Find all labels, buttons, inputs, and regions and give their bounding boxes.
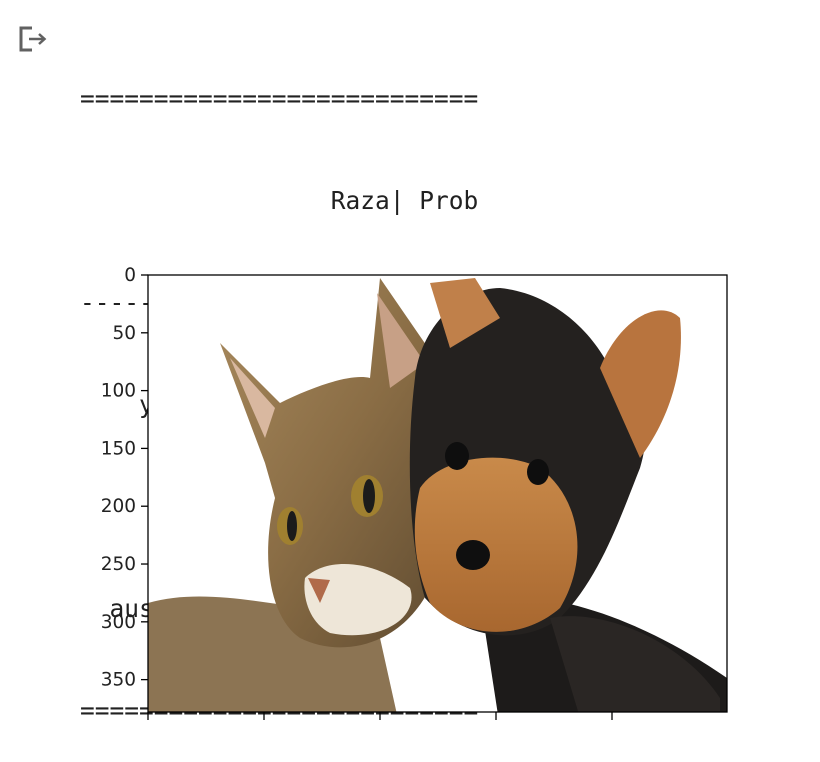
y-tick-label: 0 [124, 265, 136, 286]
cat-and-dog-photo [148, 275, 727, 712]
x-ticks [147, 712, 613, 720]
table-top-rule: =========================== [80, 84, 479, 113]
y-tick-label: 300 [101, 612, 136, 633]
y-tick-label: 200 [101, 496, 136, 517]
output-arrow-icon[interactable] [18, 24, 48, 54]
y-axis: 0 50 100 150 200 250 300 350 [101, 265, 148, 691]
image-plot: 0 50 100 150 200 250 300 350 [80, 258, 780, 724]
table-header: Raza| Prob [80, 186, 479, 215]
y-tick-label: 50 [112, 323, 136, 344]
y-tick-label: 100 [101, 381, 136, 402]
y-tick-label: 350 [101, 670, 136, 691]
y-tick-label: 250 [101, 554, 136, 575]
y-tick-label: 150 [101, 438, 136, 459]
